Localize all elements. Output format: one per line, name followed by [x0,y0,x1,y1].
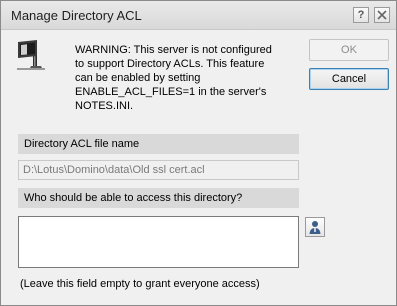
warning-message: WARNING: This server is not configured t… [75,44,272,112]
ok-button[interactable]: OK [309,39,389,61]
help-icon: ? [357,9,365,21]
dialog-body: WARNING: This server is not configured t… [1,30,396,305]
warning-sign-icon [17,40,45,70]
close-icon [377,10,387,20]
dialog-window: Manage Directory ACL ? WARNING: This ser… [0,0,397,306]
cancel-button[interactable]: Cancel [309,68,389,90]
address-book-button[interactable] [305,217,325,237]
help-button[interactable]: ? [353,7,369,23]
acl-file-header: Directory ACL file name [18,134,299,154]
access-hint: (Leave this field empty to grant everyon… [20,278,260,290]
access-header: Who should be able to access this direct… [18,188,299,208]
address-book-person-icon [309,221,321,234]
acl-file-name-field: D:\Lotus\Domino\data\Old ssl cert.acl [18,160,299,180]
close-button[interactable] [374,7,390,23]
access-list-input[interactable] [18,216,299,268]
dialog-title: Manage Directory ACL [11,8,142,23]
title-bar: Manage Directory ACL ? [1,1,396,30]
